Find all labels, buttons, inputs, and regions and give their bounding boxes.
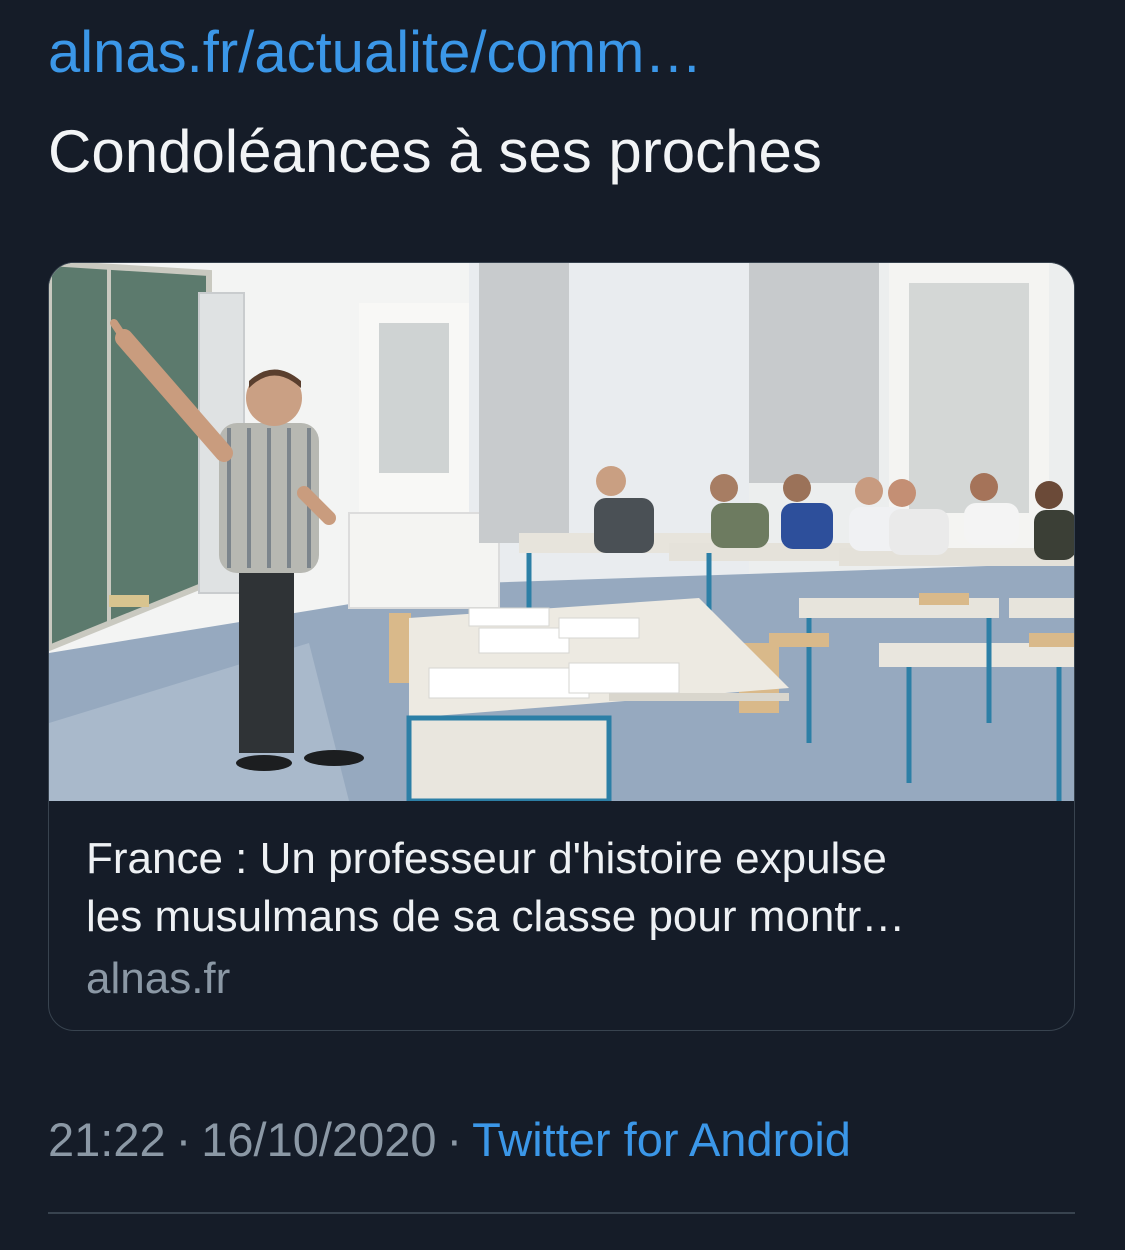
tweet-text: Condoléances à ses proches — [48, 118, 822, 185]
card-title[interactable]: France : Un professeur d'histoire expuls… — [86, 830, 1046, 946]
tweet-link[interactable]: alnas.fr/actualite/comm… — [48, 18, 702, 88]
card-title-line-1: France : Un professeur d'histoire expuls… — [86, 834, 887, 883]
tweet-date: 16/10/2020 — [201, 1113, 437, 1166]
card-title-line-2: les musulmans de sa classe pour montr… — [86, 892, 906, 941]
meta-separator: · — [175, 1113, 192, 1166]
link-preview-card[interactable]: France : Un professeur d'histoire expuls… — [48, 262, 1075, 1031]
card-image[interactable] — [49, 263, 1075, 801]
divider — [48, 1212, 1075, 1214]
tweet-source-link[interactable]: Twitter for Android — [472, 1113, 851, 1166]
card-domain: alnas.fr — [86, 954, 231, 1003]
tweet-metadata: 21:22 · 16/10/2020 · Twitter for Android — [48, 1108, 851, 1172]
meta-separator: · — [446, 1113, 463, 1166]
tweet-time: 21:22 — [48, 1113, 166, 1166]
